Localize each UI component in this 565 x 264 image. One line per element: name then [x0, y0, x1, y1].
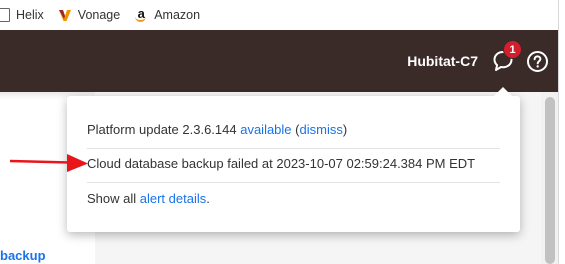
period: . [206, 191, 210, 206]
vonage-icon [58, 8, 72, 22]
paren-close: ) [342, 122, 348, 137]
bookmarks-bar: Helix Vonage a Amazon [0, 0, 565, 30]
annotation-arrow-icon [10, 154, 88, 172]
notification-badge: 1 [503, 40, 522, 59]
update-text: Platform update 2.3.6.144 [87, 122, 241, 137]
notification-update: Platform update 2.3.6.144 available (dis… [87, 121, 500, 139]
page-icon [0, 8, 10, 22]
paren-open: ( [291, 122, 300, 137]
bookmark-vonage[interactable]: Vonage [58, 0, 120, 30]
divider [87, 182, 500, 183]
show-all-text: Show all [87, 191, 140, 206]
bookmark-label: Amazon [154, 8, 201, 22]
bookmark-label: Helix [16, 8, 44, 22]
scrollbar-thumb[interactable] [545, 97, 555, 264]
help-icon [527, 51, 548, 72]
available-link[interactable]: available [240, 122, 291, 137]
popup-pointer [494, 87, 512, 96]
amazon-icon: a [134, 7, 148, 22]
bookmark-helix[interactable]: Helix [0, 0, 44, 30]
backup-link[interactable]: backup [0, 248, 46, 263]
notification-backup-failed: Cloud database backup failed at 2023-10-… [87, 156, 476, 171]
hub-name[interactable]: Hubitat-C7 [407, 53, 478, 69]
bookmark-amazon[interactable]: a Amazon [134, 0, 200, 30]
browser-edge [558, 0, 565, 264]
dismiss-link[interactable]: dismiss [300, 122, 343, 137]
app-header: Hubitat-C7 [0, 30, 558, 92]
alert-details-link[interactable]: alert details [140, 191, 206, 206]
bookmark-label: Vonage [77, 8, 121, 22]
divider [87, 148, 500, 149]
notification-show-all: Show all alert details. [87, 190, 500, 208]
help-button[interactable] [526, 50, 549, 73]
notifications-dropdown: Platform update 2.3.6.144 available (dis… [67, 96, 520, 232]
